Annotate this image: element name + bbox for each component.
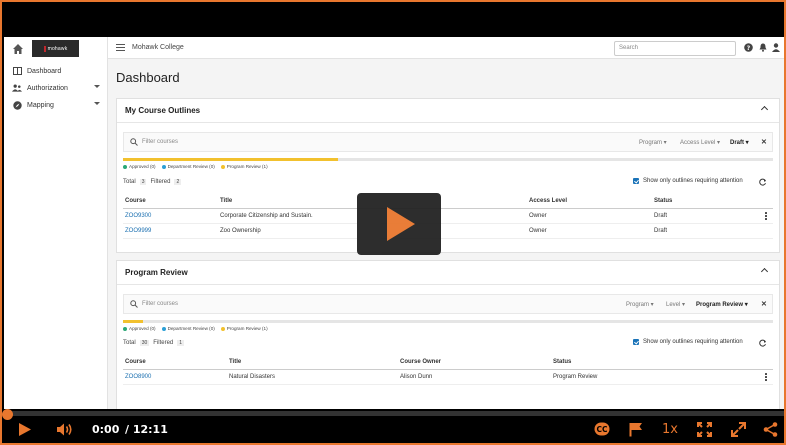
draft-filter[interactable]: Draft ▾ bbox=[730, 139, 749, 146]
totals: Total 30 Filtered 1 bbox=[123, 340, 185, 346]
chevron-up-icon[interactable] bbox=[760, 105, 769, 114]
sidebar-item-mapping[interactable]: Mapping bbox=[4, 97, 108, 113]
fit-screen-icon[interactable] bbox=[697, 422, 712, 437]
playback-speed-button[interactable]: 1x bbox=[662, 422, 678, 437]
volume-icon[interactable] bbox=[56, 422, 74, 437]
main-content: Dashboard My Course Outlines Filter cour… bbox=[108, 59, 784, 409]
flag-icon[interactable] bbox=[629, 422, 643, 437]
sidebar: mohawk Dashboard Authorization Mapping bbox=[4, 37, 108, 409]
chevron-down-icon bbox=[94, 102, 100, 105]
home-icon[interactable] bbox=[12, 43, 24, 55]
attention-checkbox[interactable]: Show only outlines requiring attention bbox=[633, 339, 743, 345]
video-frame: mohawk Dashboard Authorization Mapping M… bbox=[0, 0, 786, 445]
legend-department-review: Department Review (0) bbox=[161, 164, 215, 169]
search-icon bbox=[130, 138, 138, 146]
table-row[interactable]: ZOO8900 Natural Disasters Alison Dunn Pr… bbox=[123, 370, 773, 385]
college-logo[interactable]: mohawk bbox=[32, 40, 79, 57]
compass-icon bbox=[12, 100, 22, 110]
seek-bar[interactable] bbox=[2, 409, 784, 420]
sidebar-item-authorization[interactable]: Authorization bbox=[4, 80, 108, 96]
course-link[interactable]: ZOO9300 bbox=[125, 213, 151, 219]
totals: Total 3 Filtered 2 bbox=[123, 179, 182, 185]
fullscreen-icon[interactable] bbox=[731, 422, 746, 437]
svg-text:?: ? bbox=[747, 45, 751, 52]
legend-approved: Approved (0) bbox=[123, 326, 156, 331]
table-header: Course Title Course Owner Status bbox=[123, 355, 773, 370]
bell-icon[interactable] bbox=[758, 43, 767, 52]
current-time: 0:00 bbox=[92, 423, 120, 436]
course-link[interactable]: ZOO8900 bbox=[125, 374, 151, 380]
legend-approved: Approved (0) bbox=[123, 164, 156, 169]
top-bar: Mohawk College Search ? bbox=[108, 37, 784, 59]
search-icon bbox=[130, 300, 138, 308]
filter-input[interactable]: Filter courses bbox=[142, 139, 178, 145]
filter-input[interactable]: Filter courses bbox=[142, 301, 178, 307]
refresh-icon[interactable] bbox=[759, 178, 767, 186]
svg-text:CC: CC bbox=[596, 425, 608, 434]
seek-handle[interactable] bbox=[2, 409, 13, 420]
help-icon[interactable]: ? bbox=[744, 43, 753, 52]
table-row[interactable]: ZOO9300 Corporate Citizenship and Sustai… bbox=[123, 209, 773, 224]
card-header: Program Review bbox=[117, 261, 779, 285]
table-row[interactable]: ZOO9999 Zoo Ownership Owner Draft bbox=[123, 224, 773, 239]
progress-fill bbox=[123, 158, 338, 161]
dashboard-icon bbox=[12, 66, 22, 76]
clear-filters-button[interactable]: ✕ bbox=[761, 300, 767, 308]
menu-icon[interactable] bbox=[116, 44, 125, 51]
program-filter[interactable]: Program ▾ bbox=[626, 301, 654, 308]
legend-department-review: Department Review (0) bbox=[161, 326, 215, 331]
program-review-card: Program Review Filter courses Program ▾ … bbox=[116, 260, 780, 409]
more-icon[interactable] bbox=[765, 212, 767, 220]
card-title: My Course Outlines bbox=[125, 106, 201, 115]
sidebar-item-label: Authorization bbox=[27, 84, 68, 92]
play-button[interactable] bbox=[18, 422, 32, 437]
access-level-filter[interactable]: Access Level ▾ bbox=[680, 139, 720, 146]
program-review-filter[interactable]: Program Review ▾ bbox=[696, 301, 748, 308]
chevron-up-icon[interactable] bbox=[760, 267, 769, 276]
course-link[interactable]: ZOO9999 bbox=[125, 228, 151, 234]
more-icon[interactable] bbox=[765, 373, 767, 381]
program-filter[interactable]: Program ▾ bbox=[639, 139, 667, 146]
progress-fill bbox=[123, 320, 143, 323]
status-legend: Approved (0) Department Review (0) Progr… bbox=[123, 326, 268, 331]
status-progress-bar bbox=[123, 320, 773, 323]
course-outlines-card: My Course Outlines Filter courses Progra… bbox=[116, 98, 780, 253]
search-input[interactable]: Search bbox=[614, 41, 736, 56]
college-name: Mohawk College bbox=[132, 44, 184, 51]
share-icon[interactable] bbox=[763, 422, 778, 437]
player-controls: 0:00 / 12:11 CC 1x bbox=[2, 409, 784, 443]
sidebar-item-label: Mapping bbox=[27, 101, 54, 109]
users-icon bbox=[12, 83, 22, 93]
page-title: Dashboard bbox=[116, 70, 180, 85]
play-overlay-button[interactable] bbox=[357, 193, 441, 255]
legend-program-review: Program Review (1) bbox=[220, 326, 268, 331]
status-progress-bar bbox=[123, 158, 773, 161]
checkbox-checked-icon bbox=[633, 178, 639, 184]
user-icon[interactable] bbox=[771, 43, 780, 52]
filter-bar: Filter courses Program ▾ Access Level ▾ … bbox=[123, 132, 773, 152]
sidebar-item-dashboard[interactable]: Dashboard bbox=[4, 63, 108, 79]
duration: / 12:11 bbox=[125, 423, 168, 436]
sidebar-item-label: Dashboard bbox=[27, 67, 62, 75]
level-filter[interactable]: Level ▾ bbox=[666, 301, 685, 308]
filter-bar: Filter courses Program ▾ Level ▾ Program… bbox=[123, 294, 773, 314]
checkbox-checked-icon bbox=[633, 339, 639, 345]
refresh-icon[interactable] bbox=[759, 339, 767, 347]
attention-checkbox[interactable]: Show only outlines requiring attention bbox=[633, 178, 743, 184]
clear-filters-button[interactable]: ✕ bbox=[761, 138, 767, 146]
table-header: Course Title Access Level Status bbox=[123, 194, 773, 209]
logo-text: mohawk bbox=[47, 45, 68, 52]
play-icon bbox=[387, 207, 415, 241]
status-legend: Approved (0) Department Review (0) Progr… bbox=[123, 164, 268, 169]
card-title: Program Review bbox=[125, 268, 188, 277]
card-header: My Course Outlines bbox=[117, 99, 779, 123]
closed-captions-icon[interactable]: CC bbox=[594, 422, 610, 436]
video-screen[interactable]: mohawk Dashboard Authorization Mapping M… bbox=[4, 37, 784, 409]
legend-program-review: Program Review (1) bbox=[220, 164, 268, 169]
chevron-down-icon bbox=[94, 85, 100, 88]
